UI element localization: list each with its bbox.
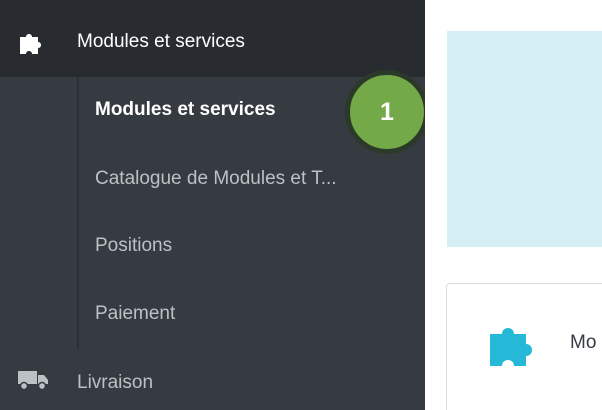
sidebar: Modules et services Modules et services … — [0, 0, 429, 410]
callout-number: 1 — [380, 98, 394, 126]
callout-badge: 1 — [345, 70, 429, 154]
truck-icon — [18, 371, 48, 390]
puzzle-icon — [20, 34, 41, 54]
submenu-item-positions[interactable]: Positions — [95, 233, 172, 259]
main-content: Mo — [425, 0, 602, 410]
submenu-item-paiement[interactable]: Paiement — [95, 301, 175, 327]
sidebar-header-label: Modules et services — [77, 31, 245, 52]
submenu-divider — [77, 77, 79, 349]
submenu-item-modules-services[interactable]: Modules et services — [95, 97, 276, 123]
info-panel — [447, 31, 602, 247]
sidebar-item-modules-header[interactable]: Modules et services — [0, 0, 425, 77]
submenu-item-catalogue[interactable]: Catalogue de Modules et T... — [95, 166, 337, 192]
sidebar-item-livraison[interactable]: Livraison — [77, 370, 153, 396]
module-card-label: Mo — [570, 332, 597, 353]
puzzle-icon — [490, 328, 532, 366]
